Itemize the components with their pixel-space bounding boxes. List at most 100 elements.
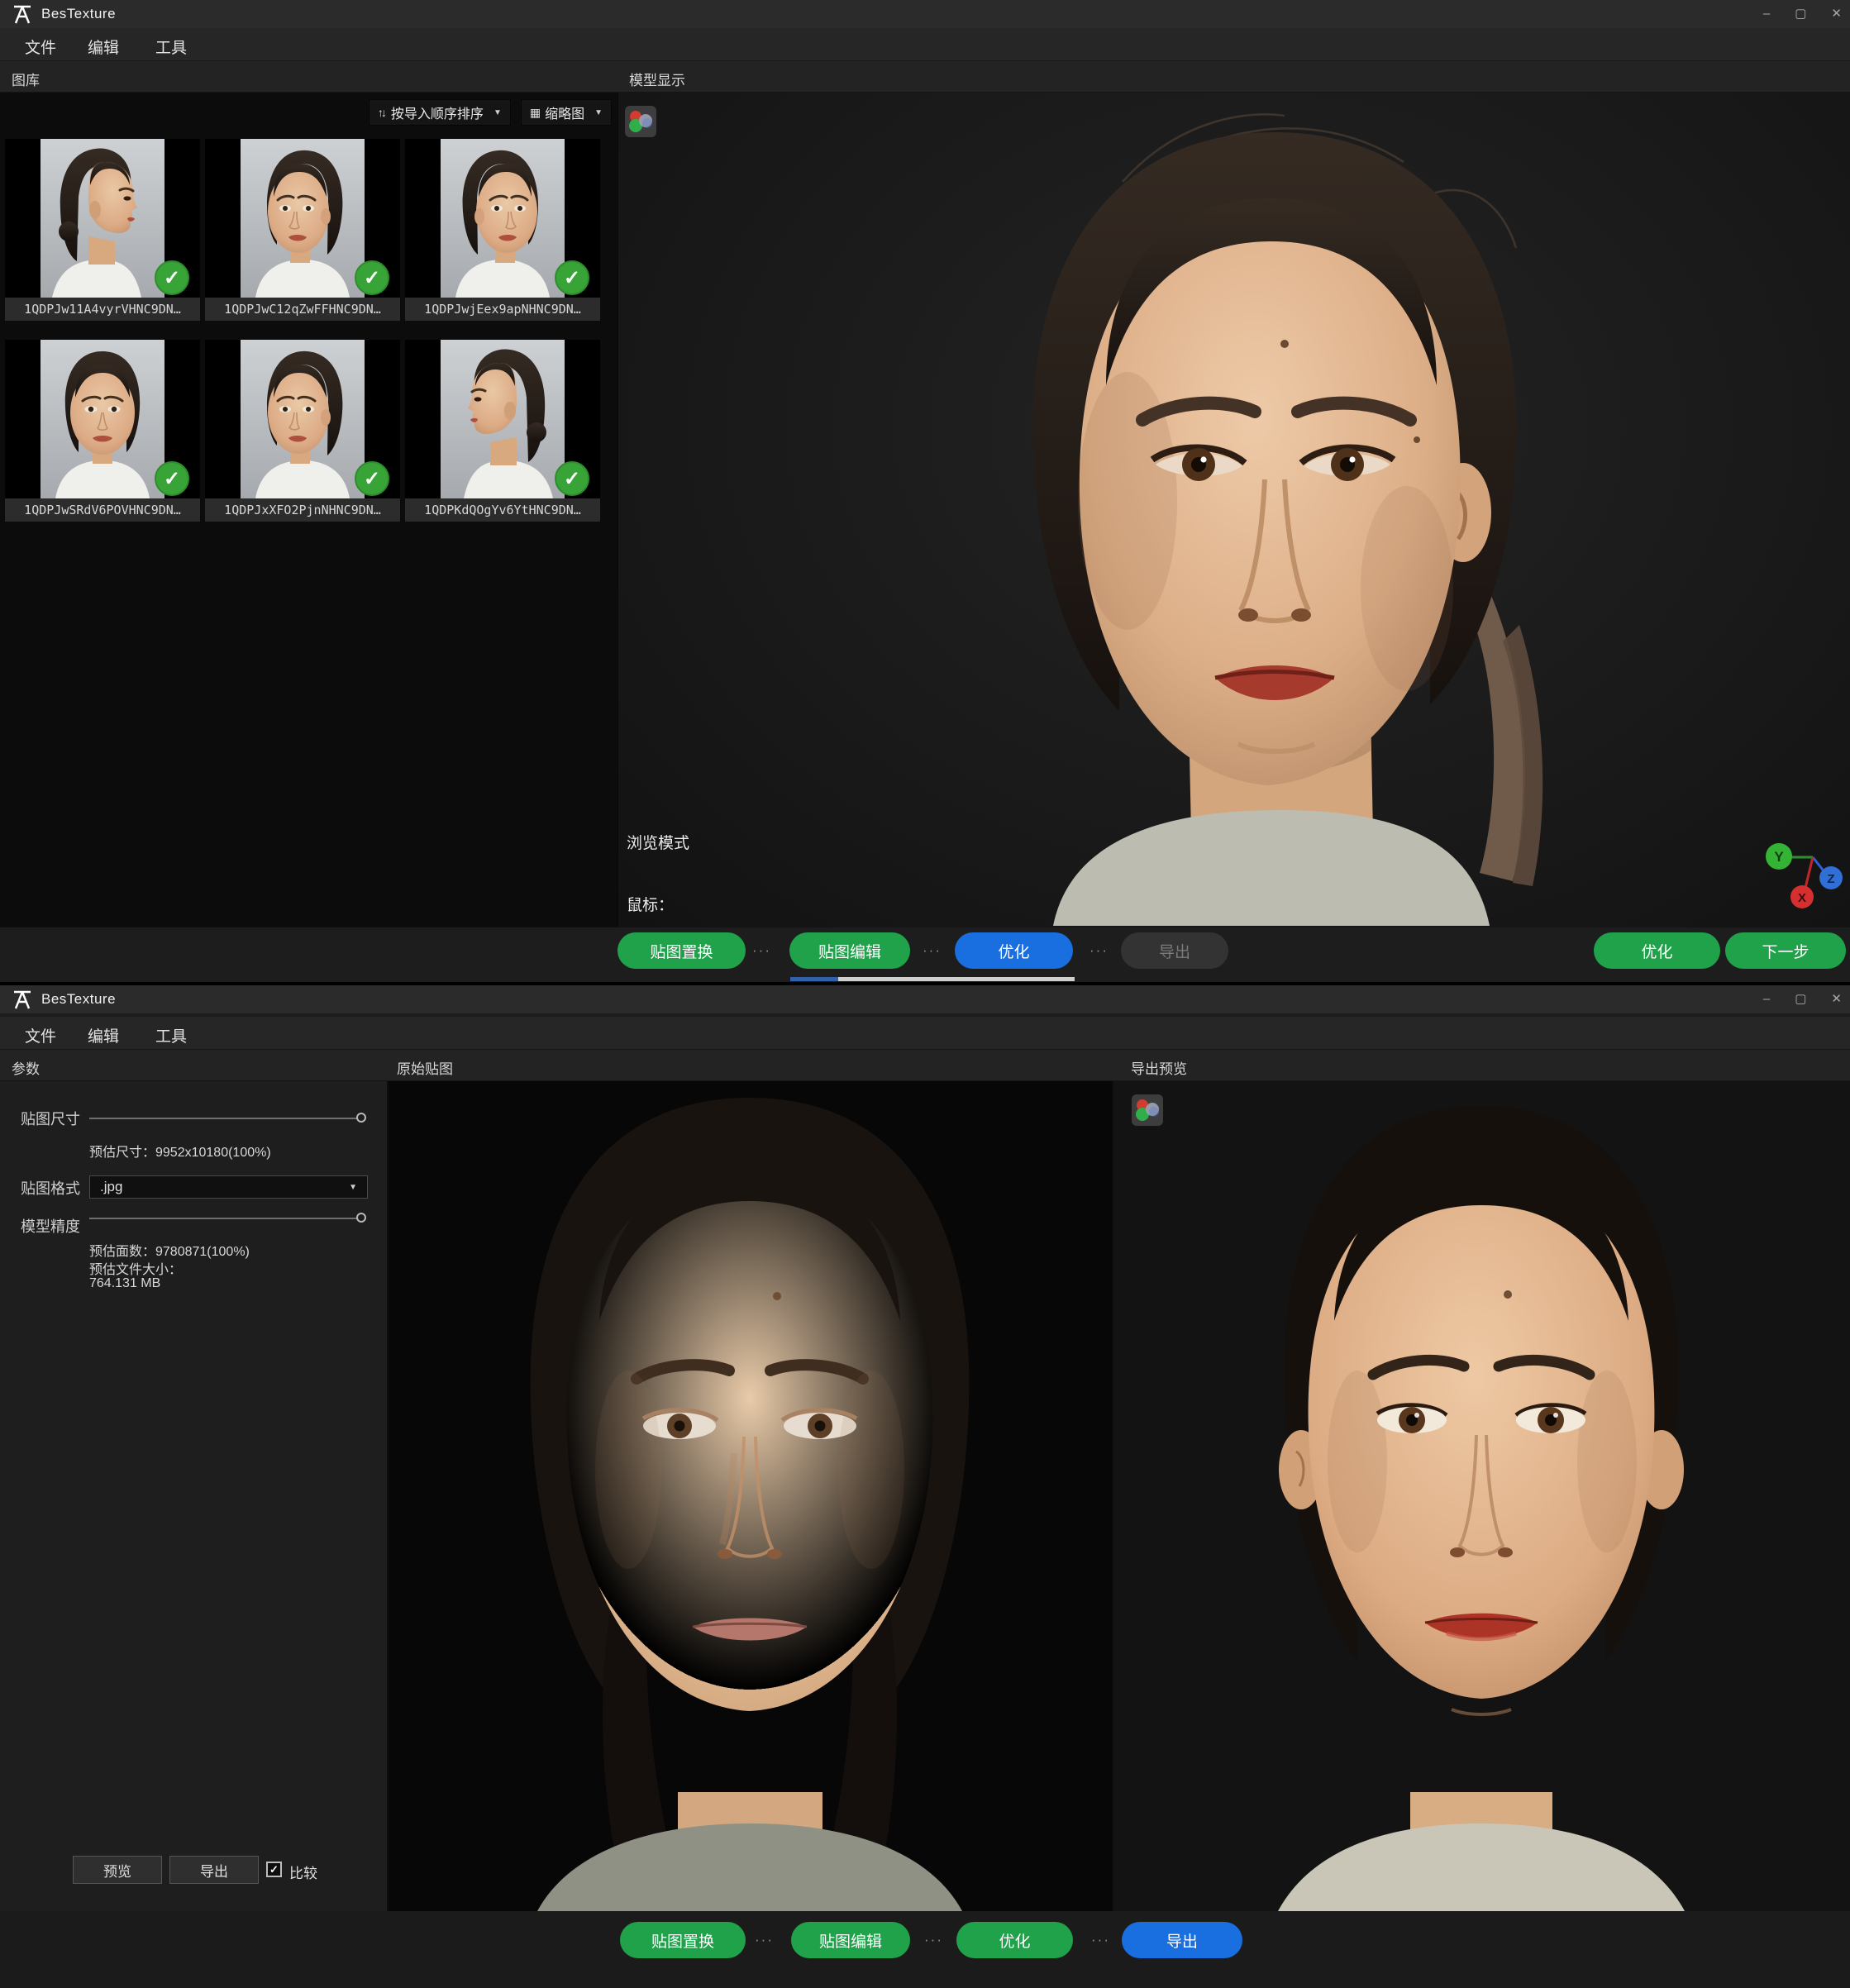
- compare-label: 比较: [289, 1862, 317, 1882]
- app-logo-icon: [12, 3, 33, 25]
- action-bar: 贴图置换 ··· 贴图编辑 ··· 优化 ··· 导出 优化 下一步: [0, 927, 1850, 982]
- model-panel-title: 模型显示: [629, 69, 685, 89]
- selected-check-badge: ✓: [355, 260, 389, 295]
- optimize-step-button[interactable]: 优化: [956, 1922, 1073, 1958]
- sort-order-label: 按导入顺序排序: [391, 102, 484, 122]
- menu-file[interactable]: 文件: [25, 1024, 56, 1046]
- gallery-thumbnail[interactable]: ✓ 1QDPJwjEex9apNHNC9DN…: [405, 139, 600, 321]
- model-viewport-canvas[interactable]: 浏览模式 鼠标： 中键：旋转 Alt+中键：移动 右键：菜单 滚轮：缩放 键盘：…: [617, 93, 1850, 927]
- optimize-step-button[interactable]: 优化: [955, 932, 1073, 969]
- model-precision-label: 模型精度: [21, 1215, 80, 1237]
- photo-face-profile-left: [441, 340, 565, 498]
- gallery-thumbnail[interactable]: ✓ 1QDPJxXFO2PjnNHNC9DN…: [205, 340, 400, 522]
- export-step-button[interactable]: 导出: [1122, 1922, 1242, 1958]
- preview-button[interactable]: 预览: [73, 1856, 162, 1884]
- export-window: BesTexture – ▢ ✕ 文件 编辑 工具 参数 原始贴图 导出预览 贴…: [0, 985, 1850, 1988]
- texture-replace-button[interactable]: 贴图置换: [620, 1922, 746, 1958]
- photo-face-three-quarter-left: [241, 139, 365, 298]
- menu-edit[interactable]: 编辑: [88, 36, 119, 58]
- original-texture-title: 原始贴图: [397, 1057, 453, 1078]
- next-step-button[interactable]: 下一步: [1725, 932, 1846, 969]
- color-display-toggle-icon[interactable]: [625, 106, 656, 137]
- thumbnail-filename: 1QDPJwC12qZwFFHNC9DN…: [205, 298, 400, 321]
- view-mode-label: 缩略图: [545, 102, 584, 122]
- gallery-toolbar: ↑↓ 按导入顺序排序 ▼ ▦ 缩略图 ▼: [369, 99, 612, 126]
- menu-file[interactable]: 文件: [25, 36, 56, 58]
- chevron-down-icon: ▼: [349, 1183, 357, 1192]
- model-3d-head-render: [858, 96, 1693, 927]
- texture-format-dropdown[interactable]: .jpg ▼: [89, 1175, 368, 1199]
- menubar: 文件 编辑 工具: [0, 28, 1850, 61]
- thumbnail-grid: ✓ 1QDPJw11A4vyrVHNC9DN… ✓ 1QDPJwC12qZwFF…: [5, 139, 600, 522]
- parameters-panel: 贴图尺寸 预估尺寸：9952x10180(100%) 贴图格式 .jpg ▼ 模…: [0, 1081, 389, 1911]
- color-display-toggle-icon[interactable]: [1132, 1094, 1163, 1126]
- selected-check-badge: ✓: [555, 260, 589, 295]
- texture-edit-button[interactable]: 贴图编辑: [791, 1922, 910, 1958]
- check-icon: ✓: [269, 1863, 279, 1876]
- hint-line: 鼠标：: [627, 895, 842, 916]
- progress-bar: [790, 977, 1075, 981]
- axis-gizmo-icon[interactable]: Y Z X: [1751, 837, 1843, 913]
- panel-headers: 图库 模型显示: [0, 61, 1850, 93]
- minimize-button[interactable]: –: [1763, 0, 1770, 28]
- texture-replace-button[interactable]: 贴图置换: [617, 932, 746, 969]
- thumbnail-filename: 1QDPJwjEex9apNHNC9DN…: [405, 298, 600, 321]
- estimated-file-label: 预估文件大小：: [89, 1258, 182, 1278]
- menubar: 文件 编辑 工具: [0, 1017, 1850, 1050]
- svg-text:X: X: [1798, 891, 1806, 905]
- estimated-faces-text: 预估面数：9780871(100%): [89, 1240, 250, 1260]
- view-mode-dropdown[interactable]: ▦ 缩略图 ▼: [521, 99, 612, 126]
- menu-edit[interactable]: 编辑: [88, 1024, 119, 1046]
- step-separator: ···: [1091, 1932, 1110, 1948]
- thumbnail-filename: 1QDPJw11A4vyrVHNC9DN…: [5, 298, 200, 321]
- window-controls: – ▢ ✕: [1763, 985, 1842, 1013]
- texture-size-slider-handle[interactable]: [356, 1113, 366, 1123]
- file-size-value: 764.131 MB: [89, 1276, 160, 1291]
- gallery-thumbnail[interactable]: ✓ 1QDPJw11A4vyrVHNC9DN…: [5, 139, 200, 321]
- original-texture-panel[interactable]: [389, 1081, 1112, 1911]
- sort-order-dropdown[interactable]: ↑↓ 按导入顺序排序 ▼: [369, 99, 511, 126]
- step-separator: ···: [923, 942, 942, 959]
- params-panel-title: 参数: [12, 1057, 40, 1078]
- export-step-button[interactable]: 导出: [1121, 932, 1228, 969]
- gallery-thumbnail[interactable]: ✓ 1QDPJwC12qZwFFHNC9DN…: [205, 139, 400, 321]
- gallery-thumbnail[interactable]: ✓ 1QDPJwSRdV6POVHNC9DN…: [5, 340, 200, 522]
- model-precision-slider[interactable]: [89, 1218, 362, 1219]
- gallery-thumbnail[interactable]: ✓ 1QDPKdQOgYv6YtHNC9DN…: [405, 340, 600, 522]
- selected-check-badge: ✓: [155, 260, 189, 295]
- panel-headers: 参数 原始贴图 导出预览: [0, 1050, 1850, 1081]
- sort-icon: ↑↓: [378, 106, 384, 119]
- export-small-button[interactable]: 导出: [169, 1856, 259, 1884]
- texture-edit-button[interactable]: 贴图编辑: [789, 932, 910, 969]
- progress-fill: [790, 977, 838, 981]
- compare-checkbox[interactable]: ✓: [266, 1862, 282, 1877]
- gallery-panel-title: 图库: [12, 69, 40, 89]
- menu-tools[interactable]: 工具: [155, 1024, 187, 1046]
- grid-icon: ▦: [530, 106, 538, 120]
- svg-text:Y: Y: [1774, 849, 1784, 865]
- optimize-button[interactable]: 优化: [1594, 932, 1720, 969]
- export-preview-panel[interactable]: [1112, 1081, 1850, 1911]
- thumbnail-filename: 1QDPKdQOgYv6YtHNC9DN…: [405, 498, 600, 522]
- titlebar: BesTexture – ▢ ✕: [0, 0, 1850, 28]
- close-button[interactable]: ✕: [1831, 0, 1842, 28]
- step-separator: ···: [755, 1932, 774, 1948]
- svg-text:Z: Z: [1827, 872, 1834, 886]
- gallery-panel: ↑↓ 按导入顺序排序 ▼ ▦ 缩略图 ▼ ✓ 1QDPJw11A4vyrVHNC…: [0, 93, 617, 927]
- texture-size-slider[interactable]: [89, 1118, 362, 1119]
- hint-line: 浏览模式: [627, 833, 842, 854]
- photo-face-front: [41, 340, 164, 498]
- texture-size-label: 贴图尺寸: [21, 1108, 80, 1129]
- estimated-size-text: 预估尺寸：9952x10180(100%): [89, 1141, 271, 1161]
- close-button[interactable]: ✕: [1831, 985, 1842, 1013]
- maximize-button[interactable]: ▢: [1795, 0, 1806, 28]
- app-logo-icon: [12, 989, 33, 1010]
- texture-format-label: 贴图格式: [21, 1177, 80, 1199]
- model-precision-slider-handle[interactable]: [356, 1213, 366, 1223]
- photo-face-profile-right: [41, 139, 164, 298]
- minimize-button[interactable]: –: [1763, 985, 1770, 1013]
- menu-tools[interactable]: 工具: [155, 36, 187, 58]
- window-title: BesTexture: [41, 991, 116, 1008]
- maximize-button[interactable]: ▢: [1795, 985, 1806, 1013]
- thumbnail-filename: 1QDPJwSRdV6POVHNC9DN…: [5, 498, 200, 522]
